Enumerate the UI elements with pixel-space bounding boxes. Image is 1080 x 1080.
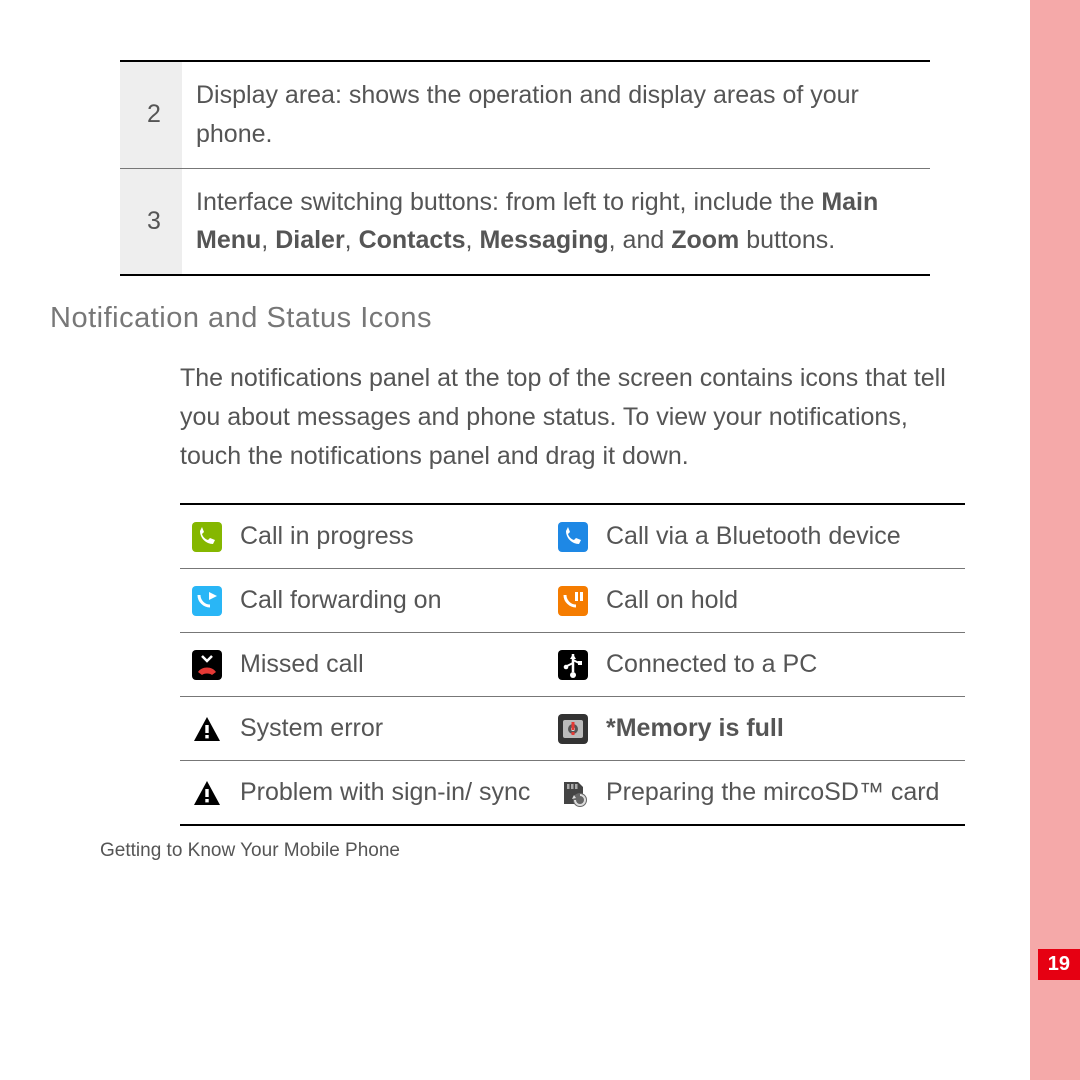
table-row: Missed call Connected to a PC (180, 633, 965, 697)
icon-label: Preparing the mircoSD™ card (600, 761, 965, 826)
icon-label: System error (234, 697, 546, 761)
table-row: Call in progress Call via a Bluetooth dev… (180, 504, 965, 569)
missed-call-icon (180, 633, 234, 697)
section-paragraph: The notifications panel at the top of th… (180, 359, 970, 475)
footer-text: Getting to Know Your Mobile Phone (100, 840, 850, 862)
numbered-description-table: 2 Display area: shows the operation and … (120, 60, 930, 276)
system-error-icon (180, 697, 234, 761)
icon-label: Call in progress (234, 504, 546, 569)
row-number: 2 (120, 61, 182, 168)
icon-label: Call via a Bluetooth device (600, 504, 965, 569)
call-bluetooth-icon (546, 504, 600, 569)
table-row: 2 Display area: shows the operation and … (120, 61, 930, 168)
page-content: 2 Display area: shows the operation and … (0, 0, 930, 862)
icon-label: Missed call (234, 633, 546, 697)
table-row: 3 Interface switching buttons: from left… (120, 168, 930, 275)
call-forwarding-icon (180, 569, 234, 633)
memory-full-icon (546, 697, 600, 761)
icon-label: Problem with sign-in/ sync (234, 761, 546, 826)
table-row: Call forwarding on Call on hold (180, 569, 965, 633)
table-row: System error *Memory is full (180, 697, 965, 761)
section-heading: Notification and Status Icons (50, 302, 850, 335)
page-number: 19 (1038, 949, 1080, 980)
row-text: Display area: shows the operation and di… (182, 61, 930, 168)
call-on-hold-icon (546, 569, 600, 633)
row-number: 3 (120, 168, 182, 275)
status-icon-table: Call in progress Call via a Bluetooth dev… (180, 503, 965, 826)
side-accent-bar: 19 (1030, 0, 1080, 1080)
icon-label: Call forwarding on (234, 569, 546, 633)
sync-problem-icon (180, 761, 234, 826)
usb-connected-icon (546, 633, 600, 697)
table-row: Problem with sign-in/ sync Preparing the … (180, 761, 965, 826)
row-text: Interface switching buttons: from left t… (182, 168, 930, 275)
icon-label: Call on hold (600, 569, 965, 633)
icon-label: *Memory is full (600, 697, 965, 761)
icon-label: Connected to a PC (600, 633, 965, 697)
preparing-sd-icon (546, 761, 600, 826)
call-in-progress-icon (180, 504, 234, 569)
